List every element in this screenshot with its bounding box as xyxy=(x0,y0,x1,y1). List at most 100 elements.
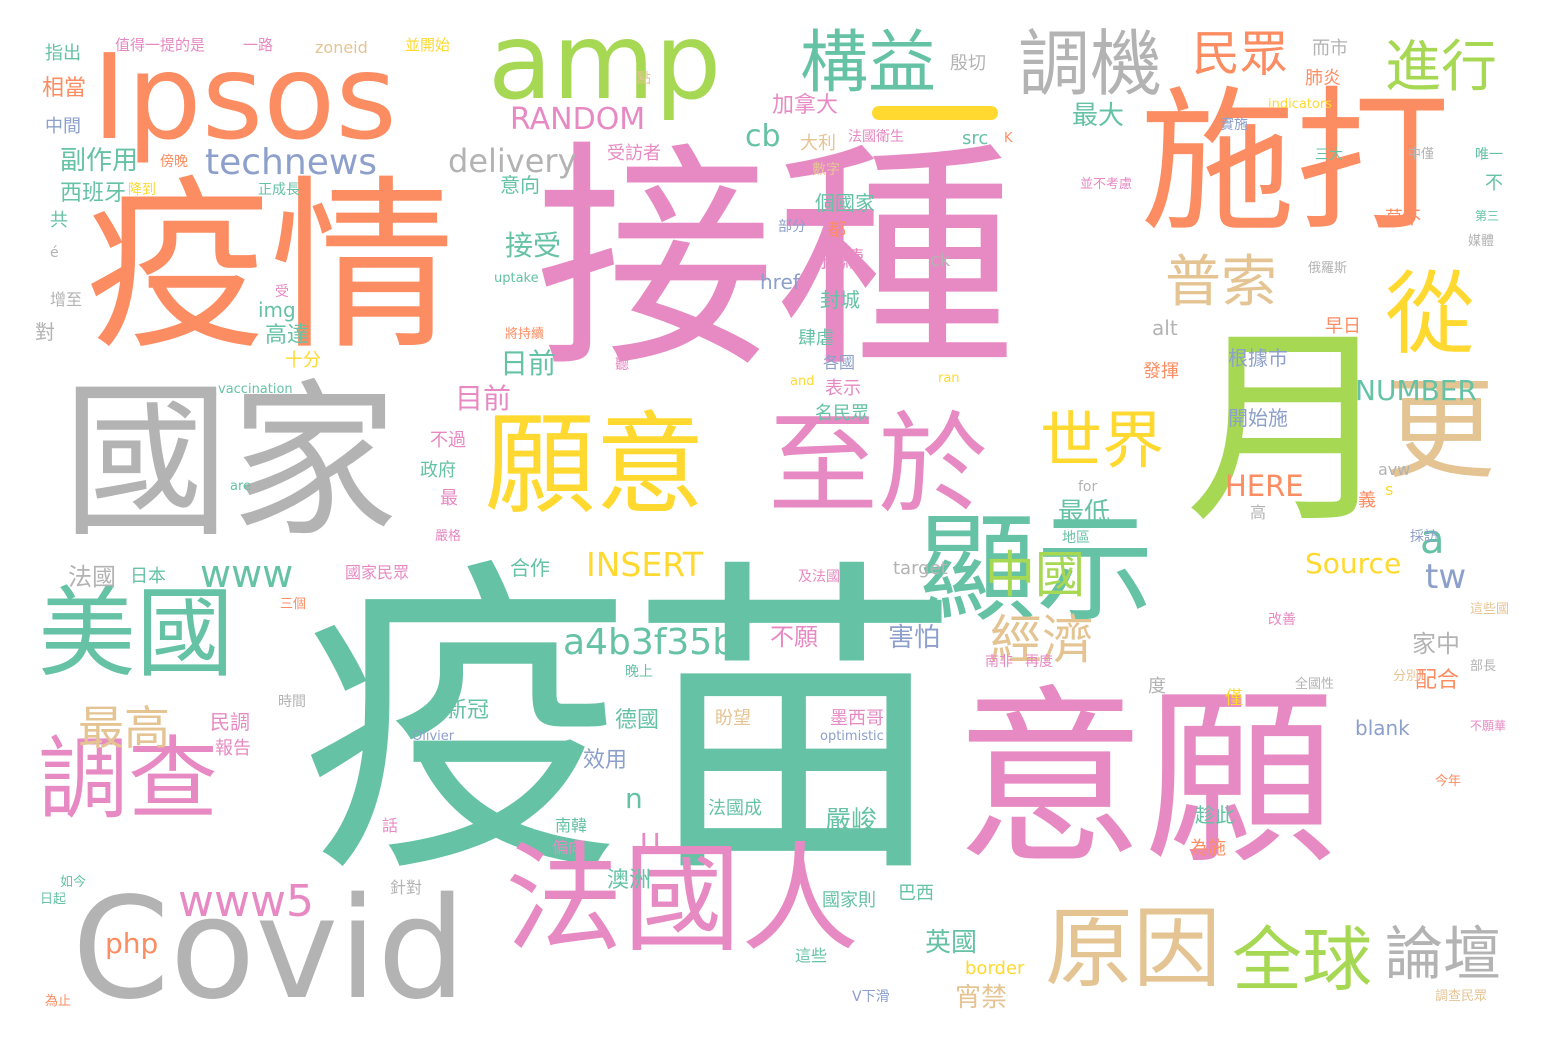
word: 南韓 xyxy=(555,816,588,835)
word: 民調 xyxy=(210,710,250,734)
word: 調機 xyxy=(1018,22,1163,106)
word: tw xyxy=(1425,557,1467,597)
word: 指出 xyxy=(45,43,81,64)
word: Source xyxy=(1305,547,1402,580)
word: 害怕 xyxy=(888,623,941,653)
word: 今年 xyxy=(1435,774,1462,789)
word: 改善 xyxy=(1268,612,1296,628)
word: 點 xyxy=(637,71,651,87)
word: 並開始 xyxy=(405,36,451,54)
word: blank xyxy=(1355,716,1410,740)
word: 接受 xyxy=(505,229,562,262)
word: vaccination xyxy=(218,382,293,397)
word: 論壇 xyxy=(1385,920,1502,988)
word: 配合 xyxy=(1415,668,1460,693)
word: 名民眾 xyxy=(815,403,869,424)
word-cloud: 疫苗 接種 疫情 國家 意願 施打月 Ipsos amp Covid 法國人 願意 至於 顯示更從美國調… xyxy=(0,0,1548,1052)
word: U xyxy=(640,827,661,860)
word: 全球 xyxy=(1232,919,1372,1001)
word: 莫不 xyxy=(1385,208,1421,229)
word: src xyxy=(962,128,989,149)
word: 不願華 xyxy=(1470,719,1507,733)
word: 肺炎 xyxy=(1305,68,1341,89)
word: 表示 xyxy=(825,378,861,399)
word: alt xyxy=(1152,316,1178,340)
word: 封城 xyxy=(820,288,860,312)
word: www5 xyxy=(178,876,314,927)
word: ck xyxy=(930,250,951,271)
word: 意願 xyxy=(955,669,1336,890)
word: 宵禁 xyxy=(955,983,1008,1013)
word: 受訪者 xyxy=(607,143,661,164)
word: optimistic xyxy=(820,729,884,744)
word: 三個 xyxy=(280,597,307,612)
word: 政府 xyxy=(420,460,456,481)
word: 唯一 xyxy=(1475,147,1503,163)
word: 日本 xyxy=(130,566,166,587)
word: 意向 xyxy=(500,173,540,197)
word: HERE xyxy=(1225,469,1304,503)
word: avw xyxy=(1378,460,1411,479)
word: Olivier xyxy=(412,729,455,744)
word: 德國 xyxy=(615,708,660,733)
word: www xyxy=(200,552,294,596)
word: INSERT xyxy=(586,545,703,584)
word: 對 xyxy=(35,320,55,344)
word: 值得一提的是 xyxy=(115,36,206,54)
word: 俄羅斯 xyxy=(1308,261,1348,276)
word: 美國 xyxy=(38,577,235,691)
word: href xyxy=(760,270,800,294)
word: 進行 xyxy=(1385,35,1497,100)
word: RANDOM xyxy=(510,102,646,137)
word: indicators xyxy=(1268,97,1332,112)
word: 個國家 xyxy=(815,191,875,215)
word: 法國衛生 xyxy=(848,129,904,145)
word: 度 xyxy=(1148,676,1166,697)
word: 而市 xyxy=(1312,38,1348,59)
word: 將持續 xyxy=(505,327,545,342)
word: 南非 xyxy=(985,654,1013,670)
word: 中間 xyxy=(45,116,81,137)
word: 時間 xyxy=(278,694,306,710)
word: 為施 xyxy=(1190,838,1226,859)
word: 僅 xyxy=(1225,688,1243,709)
word: 媒體 xyxy=(1468,234,1495,249)
word: 嚴格 xyxy=(435,529,462,544)
word: 增至 xyxy=(50,290,83,309)
word: 分別 xyxy=(1393,669,1420,684)
word: 構益 xyxy=(800,24,937,103)
word: 調查民眾 xyxy=(1435,989,1488,1004)
highlight-bar xyxy=(872,106,998,120)
word: 三大 xyxy=(1315,147,1343,163)
word: 澳洲 xyxy=(607,868,652,893)
word: img xyxy=(258,298,296,322)
word: and xyxy=(790,374,815,389)
word: ran xyxy=(938,371,960,386)
word: 中僅 xyxy=(1408,147,1435,162)
word: 日前 xyxy=(500,347,557,380)
word: 話 xyxy=(382,816,399,835)
word: 效用 xyxy=(583,748,628,773)
word: 嚴峻 xyxy=(825,806,878,836)
word: 副作用 xyxy=(60,146,139,176)
word: 肆虐 xyxy=(798,328,834,349)
word: NUMBER xyxy=(1355,374,1477,407)
word: 地區 xyxy=(1062,530,1090,546)
word: 部長 xyxy=(1470,659,1497,674)
word: 最低 xyxy=(1058,498,1111,528)
word: 十分 xyxy=(285,350,321,371)
word: 法國人 xyxy=(505,830,860,968)
word: 偏向 xyxy=(552,838,585,857)
word: 針對 xyxy=(390,878,423,897)
word: 法國 xyxy=(68,563,116,591)
word: 採訪 xyxy=(1410,529,1438,545)
word: 中國 xyxy=(985,546,1085,604)
word: 西班牙 xyxy=(60,181,127,206)
word: 最高 xyxy=(78,701,170,755)
word: 持續 xyxy=(820,248,865,273)
word: for xyxy=(1078,479,1098,495)
word: 國家民眾 xyxy=(345,563,410,582)
word: 全國性 xyxy=(1295,677,1335,692)
word: 最 xyxy=(440,488,458,509)
word: 開始施 xyxy=(1228,406,1288,430)
